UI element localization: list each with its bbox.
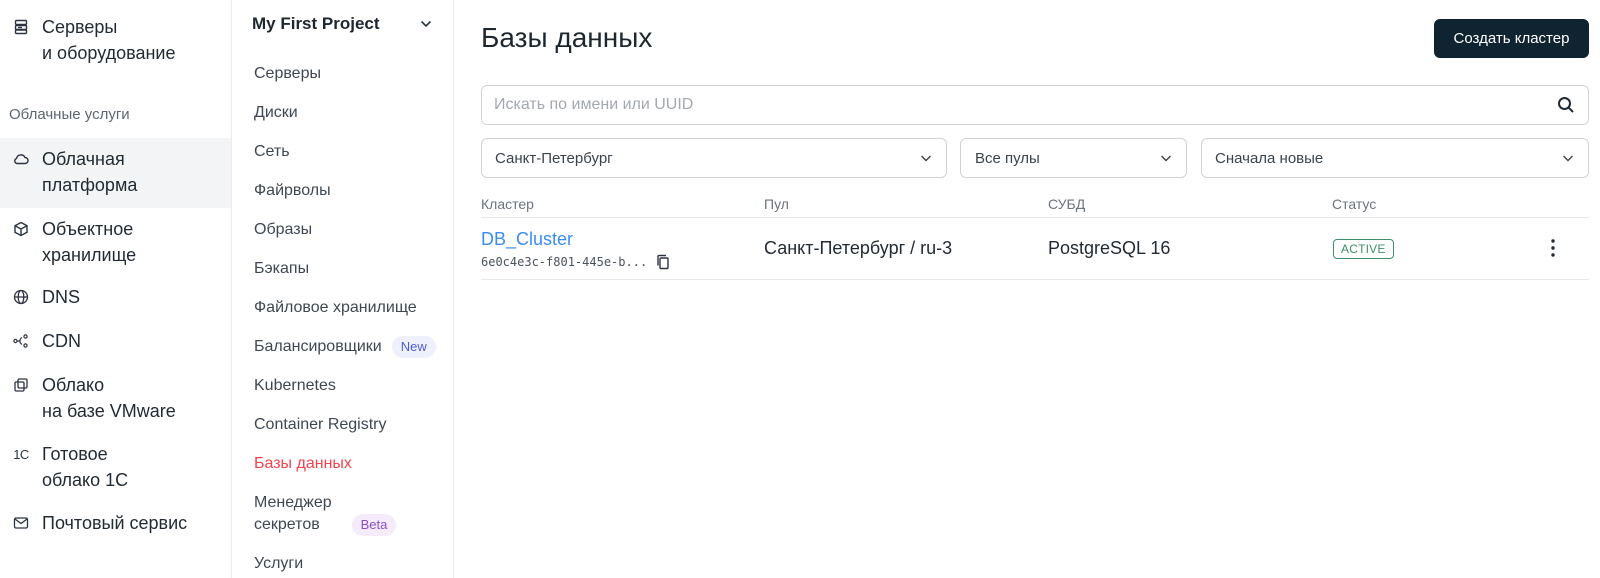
nav-label: Файрволы xyxy=(254,182,331,199)
project-nav-file-storage[interactable]: Файловое хранилище xyxy=(254,297,417,319)
search-box xyxy=(481,85,1589,125)
project-nav-load-balancers[interactable]: Балансировщики New xyxy=(254,336,436,358)
project-nav-databases[interactable]: Базы данных xyxy=(254,453,352,475)
stack-icon xyxy=(12,376,30,394)
more-vertical-icon xyxy=(1551,239,1555,257)
region-select-value: Санкт-Петербург xyxy=(495,149,613,167)
sidebar-item-label: Объектное хранилище xyxy=(42,219,137,265)
clusters-table: Кластер Пул СУБД Статус DB_Cluster 6e0c4… xyxy=(481,190,1589,280)
copy-icon[interactable] xyxy=(655,254,671,270)
project-nav-disks[interactable]: Диски xyxy=(254,102,298,124)
nav-label: Образы xyxy=(254,221,313,238)
chevron-down-icon xyxy=(420,20,432,28)
project-nav-backups[interactable]: Бэкапы xyxy=(254,258,309,280)
nav-label: Container Registry xyxy=(254,416,387,433)
sidebar-item-label: Облако на базе VMware xyxy=(42,375,176,421)
project-nav-network[interactable]: Сеть xyxy=(254,141,290,163)
page-title: Базы данных xyxy=(481,22,653,53)
cloud-icon xyxy=(12,150,30,168)
column-header-status: Статус xyxy=(1332,196,1377,212)
project-sidebar: My First Project Серверы Диски Сеть Файр… xyxy=(232,0,454,578)
mail-icon xyxy=(12,514,30,532)
nav-label: Базы данных xyxy=(254,455,352,472)
new-badge: New xyxy=(391,336,436,358)
project-name: My First Project xyxy=(252,14,380,33)
column-header-cluster: Кластер xyxy=(481,196,534,212)
search-input[interactable] xyxy=(494,96,1556,114)
row-actions-button[interactable] xyxy=(1543,236,1563,260)
globe-icon xyxy=(12,288,30,306)
table-header: Кластер Пул СУБД Статус xyxy=(481,190,1589,218)
main-sidebar: Серверы и оборудование Облачные услуги О… xyxy=(0,0,232,578)
1c-icon: 1C xyxy=(13,446,29,462)
chevron-down-icon xyxy=(1563,155,1573,162)
cluster-name-link[interactable]: DB_Cluster xyxy=(481,229,573,250)
sidebar-item-vmware-cloud[interactable]: Облако на базе VMware xyxy=(0,372,231,428)
cluster-uuid-text: 6e0c4e3c-f801-445e-b... xyxy=(481,255,648,269)
status-badge: ACTIVE xyxy=(1333,239,1394,259)
server-icon xyxy=(12,18,30,36)
nav-label: Файловое хранилище xyxy=(254,299,417,316)
project-nav-servers[interactable]: Серверы xyxy=(254,63,321,85)
nodes-icon xyxy=(12,332,30,350)
sidebar-item-cdn[interactable]: CDN xyxy=(0,328,231,358)
cube-icon xyxy=(12,220,30,238)
project-nav-container-registry[interactable]: Container Registry xyxy=(254,414,387,436)
table-row[interactable]: DB_Cluster 6e0c4e3c-f801-445e-b... Санкт… xyxy=(481,218,1589,280)
pool-select[interactable]: Все пулы xyxy=(960,138,1187,178)
nav-label: Сеть xyxy=(254,143,290,160)
project-nav-secrets-manager[interactable]: Менеджер секретов Beta xyxy=(254,492,397,536)
project-nav-kubernetes[interactable]: Kubernetes xyxy=(254,375,336,397)
cluster-dbms: PostgreSQL 16 xyxy=(1048,238,1171,258)
nav-label: Услуги xyxy=(254,555,304,572)
project-nav-firewalls[interactable]: Файрволы xyxy=(254,180,331,202)
main-content: Базы данных Создать кластер Санкт-Петерб… xyxy=(455,0,1600,578)
sidebar-item-1c-cloud[interactable]: 1C Готовое облако 1С xyxy=(0,441,231,497)
project-nav-images[interactable]: Образы xyxy=(254,219,312,241)
sidebar-item-label: CDN xyxy=(42,331,81,351)
chevron-down-icon xyxy=(921,155,931,162)
sidebar-item-label: DNS xyxy=(42,287,81,307)
sidebar-item-mail-service[interactable]: Почтовый сервис xyxy=(0,510,231,540)
column-header-dbms: СУБД xyxy=(1048,196,1086,212)
sidebar-item-label: Готовое облако 1С xyxy=(42,444,129,490)
beta-badge: Beta xyxy=(351,514,397,536)
project-nav-services[interactable]: Услуги xyxy=(254,553,303,575)
sidebar-item-label: Почтовый сервис xyxy=(42,513,188,533)
search-icon[interactable] xyxy=(1556,95,1576,115)
sidebar-item-label: Серверы и оборудование xyxy=(42,17,176,63)
nav-label: Балансировщики xyxy=(254,338,382,355)
nav-label: Менеджер секретов xyxy=(254,494,332,533)
sidebar-item-dns[interactable]: DNS xyxy=(0,284,231,314)
nav-label: Бэкапы xyxy=(254,260,310,277)
pool-select-value: Все пулы xyxy=(975,149,1040,167)
region-select[interactable]: Санкт-Петербург xyxy=(481,138,947,178)
project-selector[interactable]: My First Project xyxy=(252,12,432,36)
sidebar-item-object-storage[interactable]: Объектное хранилище xyxy=(0,216,231,272)
section-label-cloud-services: Облачные услуги xyxy=(9,106,130,123)
create-cluster-button[interactable]: Создать кластер xyxy=(1434,19,1589,58)
nav-label: Серверы xyxy=(254,65,321,82)
sort-select[interactable]: Сначала новые xyxy=(1201,138,1589,178)
nav-label: Kubernetes xyxy=(254,377,336,394)
nav-label: Диски xyxy=(254,104,298,121)
chevron-down-icon xyxy=(1161,155,1171,162)
column-header-pool: Пул xyxy=(764,196,789,212)
sidebar-item-servers-hardware[interactable]: Серверы и оборудование xyxy=(0,14,231,70)
sort-select-value: Сначала новые xyxy=(1215,149,1324,167)
sidebar-item-cloud-platform[interactable]: Облачная платформа xyxy=(0,138,231,208)
sidebar-item-label: Облачная платформа xyxy=(42,149,138,195)
cluster-pool: Санкт-Петербург / ru-3 xyxy=(764,238,953,258)
cluster-uuid: 6e0c4e3c-f801-445e-b... xyxy=(481,254,671,270)
